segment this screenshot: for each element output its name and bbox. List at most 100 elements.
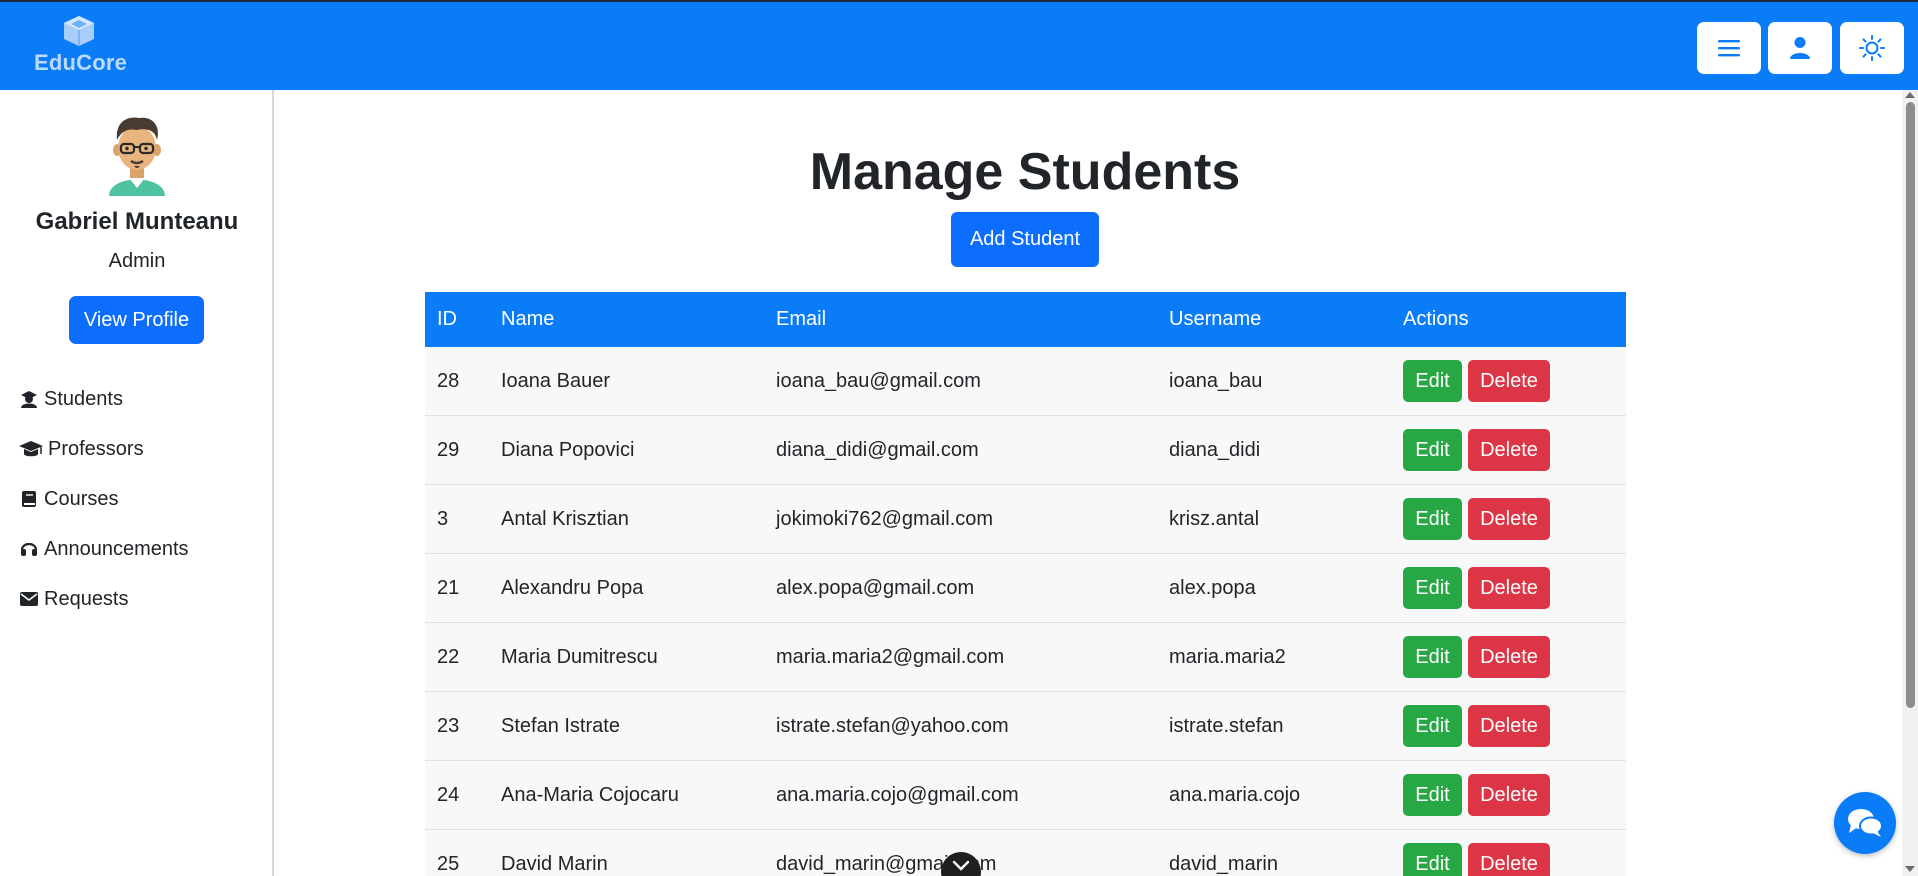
cell-id: 29: [437, 438, 460, 461]
cell-name: Maria Dumitrescu: [501, 645, 658, 668]
cell-id: 25: [437, 852, 460, 875]
cell-id: 22: [437, 645, 460, 668]
cell-id: 23: [437, 714, 460, 737]
cell-email: istrate.stefan@yahoo.com: [776, 714, 1009, 737]
cell-id: 28: [437, 369, 460, 392]
cell-actions: Edit Delete: [1403, 623, 1550, 691]
delete-button[interactable]: Delete: [1468, 636, 1550, 678]
envelope-icon: [18, 589, 40, 609]
edit-button[interactable]: Edit: [1403, 774, 1462, 816]
view-profile-button[interactable]: View Profile: [69, 296, 204, 344]
delete-button[interactable]: Delete: [1468, 705, 1550, 747]
sidebar-item-courses[interactable]: Courses: [18, 484, 118, 514]
edit-button[interactable]: Edit: [1403, 567, 1462, 609]
cell-username: maria.maria2: [1169, 645, 1286, 668]
user-icon: [1790, 37, 1810, 59]
column-header-actions: Actions: [1403, 308, 1469, 330]
table-row: 25 David Marin david_marin@gmail.com dav…: [425, 830, 1626, 876]
graduation-cap-icon: [18, 439, 44, 459]
sidebar: Gabriel Munteanu Admin View Profile Stud…: [0, 90, 274, 876]
sidebar-item-students[interactable]: Students: [18, 384, 123, 414]
table-header: ID Name Email Username Actions: [425, 292, 1626, 347]
table-row: 3 Antal Krisztian jokimoki762@gmail.com …: [425, 485, 1626, 554]
hamburger-icon: [1718, 40, 1740, 57]
page-title: Manage Students: [809, 143, 1241, 201]
page-scrollbar[interactable]: [1902, 90, 1918, 876]
cell-actions: Edit Delete: [1403, 416, 1550, 484]
menu-toggle-button[interactable]: [1697, 22, 1761, 74]
cell-username: david_marin: [1169, 852, 1278, 875]
main-content: Manage Students Add Student ID Name Emai…: [276, 90, 1902, 876]
sidebar-item-label: Announcements: [44, 537, 189, 560]
sidebar-item-label: Students: [44, 387, 123, 410]
scroll-up-arrow-icon[interactable]: [1905, 92, 1915, 98]
edit-button[interactable]: Edit: [1403, 429, 1462, 471]
cell-name: Stefan Istrate: [501, 714, 620, 737]
sidebar-item-announcements[interactable]: Announcements: [18, 534, 189, 564]
table-row: 24 Ana-Maria Cojocaru ana.maria.cojo@gma…: [425, 761, 1626, 830]
cell-name: Diana Popovici: [501, 438, 635, 461]
cell-id: 21: [437, 576, 460, 599]
cell-username: ana.maria.cojo: [1169, 783, 1301, 806]
cell-email: ana.maria.cojo@gmail.com: [776, 783, 1019, 806]
brand-logo[interactable]: EduCore: [34, 14, 128, 76]
edit-button[interactable]: Edit: [1403, 498, 1462, 540]
sun-icon: [1859, 35, 1885, 61]
delete-button[interactable]: Delete: [1468, 567, 1550, 609]
column-header-username: Username: [1169, 308, 1262, 330]
top-navbar: EduCore: [0, 0, 1918, 90]
sidebar-item-label: Courses: [44, 487, 119, 510]
delete-button[interactable]: Delete: [1468, 429, 1550, 471]
edit-button[interactable]: Edit: [1403, 843, 1462, 876]
cell-username: istrate.stefan: [1169, 714, 1284, 737]
sidebar-item-label: Requests: [44, 587, 129, 610]
cell-name: Alexandru Popa: [501, 576, 644, 599]
cell-name: Ioana Bauer: [501, 369, 610, 392]
cell-id: 24: [437, 783, 460, 806]
cell-username: krisz.antal: [1169, 507, 1260, 530]
column-header-name: Name: [501, 308, 555, 330]
user-name: Gabriel Munteanu: [35, 208, 239, 235]
add-student-button[interactable]: Add Student: [951, 212, 1099, 267]
cell-actions: Edit Delete: [1403, 692, 1550, 760]
sidebar-item-requests[interactable]: Requests: [18, 584, 129, 614]
cell-username: ioana_bau: [1169, 369, 1263, 392]
cell-actions: Edit Delete: [1403, 761, 1550, 829]
students-table: ID Name Email Username Actions 28 Ioana …: [425, 292, 1626, 876]
cell-actions: Edit Delete: [1403, 347, 1550, 415]
cell-username: diana_didi: [1169, 438, 1261, 461]
sidebar-item-label: Professors: [48, 437, 144, 460]
column-header-id: ID: [437, 308, 457, 330]
theme-toggle-button[interactable]: [1840, 22, 1904, 74]
cell-name: David Marin: [501, 852, 608, 875]
cell-username: alex.popa: [1169, 576, 1256, 599]
edit-button[interactable]: Edit: [1403, 360, 1462, 402]
scroll-down-arrow-icon[interactable]: [1905, 866, 1915, 872]
sidebar-item-professors[interactable]: Professors: [18, 434, 144, 464]
scrollbar-thumb[interactable]: [1906, 102, 1915, 708]
chevron-down-icon: [952, 860, 970, 871]
table-row: 29 Diana Popovici diana_didi@gmail.com d…: [425, 416, 1626, 485]
cell-name: Antal Krisztian: [501, 507, 629, 530]
table-row: 21 Alexandru Popa alex.popa@gmail.com al…: [425, 554, 1626, 623]
cell-email: ioana_bau@gmail.com: [776, 369, 981, 392]
delete-button[interactable]: Delete: [1468, 498, 1550, 540]
user-role: Admin: [108, 250, 166, 272]
column-header-email: Email: [776, 308, 827, 330]
brand-name: EduCore: [34, 50, 128, 75]
delete-button[interactable]: Delete: [1468, 843, 1550, 876]
edit-button[interactable]: Edit: [1403, 636, 1462, 678]
cube-logo-icon: [64, 16, 94, 46]
edit-button[interactable]: Edit: [1403, 705, 1462, 747]
cell-name: Ana-Maria Cojocaru: [501, 783, 679, 806]
cell-actions: Edit Delete: [1403, 830, 1550, 876]
cell-email: diana_didi@gmail.com: [776, 438, 979, 461]
delete-button[interactable]: Delete: [1468, 774, 1550, 816]
chat-button[interactable]: [1834, 792, 1896, 854]
profile-button[interactable]: [1768, 22, 1832, 74]
table-row: 23 Stefan Istrate istrate.stefan@yahoo.c…: [425, 692, 1626, 761]
cell-actions: Edit Delete: [1403, 554, 1550, 622]
table-row: 28 Ioana Bauer ioana_bau@gmail.com ioana…: [425, 347, 1626, 416]
delete-button[interactable]: Delete: [1468, 360, 1550, 402]
avatar: [109, 117, 165, 196]
